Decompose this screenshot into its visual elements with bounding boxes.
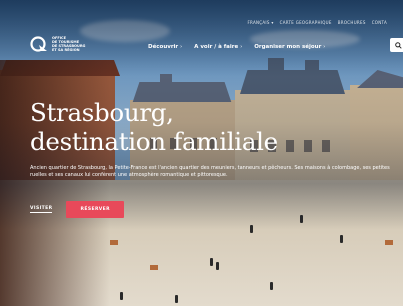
- contact-link[interactable]: CONTA: [372, 20, 387, 25]
- main-nav: Découvrir › A voir / à faire › Organiser…: [148, 44, 325, 50]
- logo-text: OFFICE DE TOURISME DE STRASBOURG ET SA R…: [52, 36, 86, 52]
- nav-item-decouvrir[interactable]: Découvrir ›: [148, 44, 182, 50]
- hero-title-line: Strasbourg,: [30, 98, 174, 127]
- search-button[interactable]: [390, 38, 403, 52]
- nav-item-organiser[interactable]: Organiser mon séjour ›: [254, 44, 325, 50]
- map-link[interactable]: CARTE GEOGRAPHIQUE: [280, 20, 332, 25]
- nav-item-label: Découvrir: [148, 44, 179, 50]
- nav-item-a-voir[interactable]: A voir / à faire ›: [194, 44, 242, 50]
- chevron-right-icon: ›: [180, 44, 183, 50]
- logo-icon: [30, 36, 48, 52]
- chevron-right-icon: ›: [323, 44, 326, 50]
- hero-title-line: destination familiale: [30, 127, 278, 156]
- hero-section: FRANÇAIS ▾ CARTE GEOGRAPHIQUE BROCHURES …: [0, 0, 403, 306]
- nav-item-label: Organiser mon séjour: [254, 44, 322, 50]
- hero-actions: VISITER RÉSERVER: [30, 201, 125, 218]
- utility-links: FRANÇAIS ▾ CARTE GEOGRAPHIQUE BROCHURES …: [247, 20, 387, 25]
- search-icon: [394, 41, 402, 49]
- chevron-right-icon: ›: [240, 44, 243, 50]
- hero-description: Ancien quartier de Strasbourg, la Petite…: [30, 165, 390, 178]
- book-button[interactable]: RÉSERVER: [66, 201, 125, 218]
- site-logo[interactable]: OFFICE DE TOURISME DE STRASBOURG ET SA R…: [30, 36, 86, 52]
- hero-title: Strasbourg, destination familiale: [30, 98, 278, 156]
- nav-item-label: A voir / à faire: [194, 44, 239, 50]
- visit-link[interactable]: VISITER: [30, 206, 53, 213]
- language-selector[interactable]: FRANÇAIS ▾: [247, 20, 273, 25]
- logo-line: ET SA RÉGION: [52, 48, 80, 52]
- brochures-link[interactable]: BROCHURES: [338, 20, 366, 25]
